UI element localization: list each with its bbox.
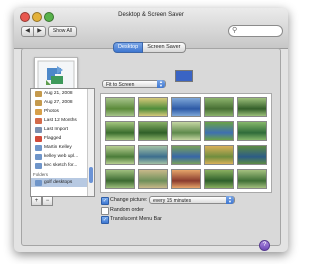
chevron-updown-icon: ▲ ▼ bbox=[226, 196, 234, 204]
picture-fit-dropdown[interactable]: Fit to Screen ▲ ▼ bbox=[102, 80, 166, 88]
source-list-item-label: Martin Kelley bbox=[44, 145, 72, 150]
folders-section-header[interactable]: Folders bbox=[33, 171, 89, 178]
wallpaper-thumbnail[interactable] bbox=[138, 145, 168, 165]
wallpaper-thumbnail[interactable] bbox=[171, 169, 201, 189]
source-list-item-label: Flagged bbox=[44, 136, 62, 141]
add-folder-button[interactable]: + bbox=[31, 196, 42, 206]
source-list-item-label: Aug 27, 2008 bbox=[44, 100, 73, 105]
wallpaper-thumbnail[interactable] bbox=[237, 97, 267, 117]
wallpaper-thumbnail[interactable] bbox=[237, 121, 267, 141]
event-icon bbox=[35, 99, 42, 106]
calendar-icon bbox=[35, 117, 42, 124]
desktop-color-well[interactable] bbox=[175, 70, 193, 82]
random-order-label: Random order bbox=[110, 207, 144, 213]
change-picture-label: Change picture: bbox=[110, 197, 148, 203]
wallpaper-thumbnail[interactable] bbox=[105, 121, 135, 141]
wallpaper-thumbnail[interactable] bbox=[171, 97, 201, 117]
help-button[interactable]: ? bbox=[259, 240, 270, 251]
chevron-updown-icon: ▲ ▼ bbox=[157, 80, 165, 88]
wallpaper-thumbnail[interactable] bbox=[204, 97, 234, 117]
change-picture-checkbox[interactable]: ✓ bbox=[101, 197, 109, 205]
photos-icon bbox=[35, 108, 42, 115]
album-icon bbox=[35, 153, 42, 160]
wallpaper-thumbnail[interactable] bbox=[138, 121, 168, 141]
folder-item-label: golf desktops bbox=[44, 180, 73, 185]
wallpaper-thumbnail[interactable] bbox=[237, 169, 267, 189]
wallpaper-thumbnail[interactable] bbox=[105, 145, 135, 165]
source-list-scrollbar[interactable] bbox=[87, 89, 94, 196]
folder-icon bbox=[35, 179, 42, 186]
source-list-item-label: Last 12 Months bbox=[44, 118, 77, 123]
source-list-item[interactable]: Flagged bbox=[31, 134, 87, 143]
wallpaper-thumbnail[interactable] bbox=[138, 97, 168, 117]
event-icon bbox=[35, 90, 42, 97]
wallpaper-thumbnail[interactable] bbox=[171, 121, 201, 141]
import-icon bbox=[35, 126, 42, 133]
source-list-item-label: kelley web upl... bbox=[44, 154, 79, 159]
wallpaper-thumbnail[interactable] bbox=[237, 145, 267, 165]
wallpaper-thumbnail[interactable] bbox=[138, 169, 168, 189]
change-interval-dropdown[interactable]: every 15 minutes ▲ ▼ bbox=[149, 196, 235, 204]
folder-item-golf-desktops[interactable]: golf desktops bbox=[31, 178, 87, 187]
wallpaper-thumbnail[interactable] bbox=[171, 145, 201, 165]
flag-icon bbox=[35, 135, 42, 142]
source-list-item[interactable]: Last Import bbox=[31, 125, 87, 134]
picture-fit-value: Fit to Screen bbox=[106, 82, 135, 88]
tab-desktop[interactable]: Desktop bbox=[113, 42, 144, 53]
source-list-scroll-thumb[interactable] bbox=[89, 167, 93, 183]
wallpaper-thumbnail[interactable] bbox=[105, 97, 135, 117]
source-list-item[interactable]: Martin Kelley bbox=[31, 143, 87, 152]
album-icon bbox=[35, 144, 42, 151]
change-interval-value: every 15 minutes bbox=[153, 198, 192, 204]
translucent-menu-bar-checkbox[interactable]: ✓ bbox=[101, 216, 109, 224]
tab-screen-saver[interactable]: Screen Saver bbox=[143, 42, 186, 53]
show-all-button[interactable]: Show All bbox=[48, 26, 77, 37]
source-list-item[interactable]: Photos bbox=[31, 107, 87, 116]
source-list-item-label: kec sketch for... bbox=[44, 163, 78, 168]
source-list-item-label: Photos bbox=[44, 109, 59, 114]
search-field[interactable]: ⚲ bbox=[228, 25, 283, 37]
search-icon: ⚲ bbox=[232, 27, 238, 34]
source-list-item[interactable]: Aug 21, 2008 bbox=[31, 89, 87, 98]
wallpaper-thumbnail[interactable] bbox=[204, 145, 234, 165]
source-list-item-label: Last Import bbox=[44, 127, 68, 132]
window-title: Desktop & Screen Saver bbox=[118, 12, 184, 18]
source-list-item[interactable]: kelley web upl... bbox=[31, 152, 87, 161]
source-list-item-label: Aug 21, 2008 bbox=[44, 91, 73, 96]
forward-button[interactable]: ▶ bbox=[33, 26, 46, 37]
tab-bar: Desktop Screen Saver bbox=[113, 42, 186, 53]
picture-source-list: Aug 21, 2008 Aug 27, 2008 Photos Last 12 Mo… bbox=[30, 88, 95, 197]
random-order-checkbox[interactable] bbox=[101, 207, 109, 215]
wallpaper-thumbnail[interactable] bbox=[204, 121, 234, 141]
source-list-item[interactable]: kec sketch for... bbox=[31, 161, 87, 170]
wallpaper-thumbnail[interactable] bbox=[105, 169, 135, 189]
translucent-menu-bar-label: Translucent Menu Bar bbox=[110, 216, 162, 222]
wallpaper-thumbnail[interactable] bbox=[204, 169, 234, 189]
remove-folder-button[interactable]: − bbox=[42, 196, 53, 206]
album-icon bbox=[35, 162, 42, 169]
source-list-item[interactable]: Aug 27, 2008 bbox=[31, 98, 87, 107]
picture-grid bbox=[100, 93, 272, 193]
source-list-item[interactable]: Last 12 Months bbox=[31, 116, 87, 125]
